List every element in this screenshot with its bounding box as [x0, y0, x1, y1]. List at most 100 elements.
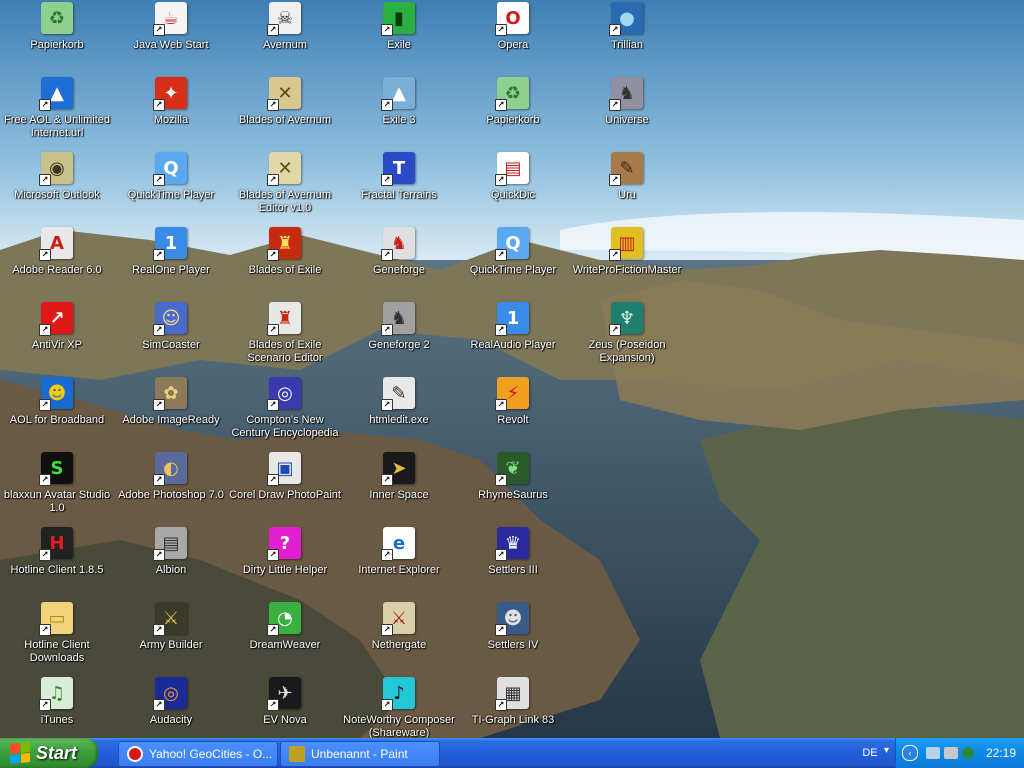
task-yahoo-geocities[interactable]: Yahoo! GeoCities - O...	[118, 741, 278, 767]
desktop-icon[interactable]: ✈ ↗ EV Nova	[228, 677, 342, 727]
blades-exile-icon: ♜ ↗	[267, 227, 301, 261]
desktop-icon-label: Hotline Client Downloads	[24, 639, 90, 664]
desktop-icon[interactable]: ❦ ↗ RhymeSaurus	[456, 452, 570, 502]
shortcut-arrow-icon: ↗	[495, 699, 507, 711]
desktop-icon-label: Corel Draw PhotoPaint	[229, 489, 341, 501]
network-icon[interactable]	[944, 747, 958, 759]
desktop-icon[interactable]: ☠ ↗ Avernum	[228, 2, 342, 52]
desktop-icon[interactable]: A ↗ Adobe Reader 6.0	[0, 227, 114, 277]
desktop-icon[interactable]: ☻ ↗ Settlers IV	[456, 602, 570, 652]
desktop-icon[interactable]: ☕ ↗ Java Web Start	[114, 2, 228, 52]
shortcut-arrow-icon: ↗	[153, 174, 165, 186]
desktop-icon[interactable]: Q ↗ QuickTime Player	[456, 227, 570, 277]
desktop-icon[interactable]: ♻ Papierkorb	[0, 2, 114, 52]
task-paint[interactable]: Unbenannt - Paint	[280, 741, 440, 767]
blades-exile-editor-icon: ♜ ↗	[267, 302, 301, 336]
desktop-icon-label: Free AOL & Unlimited Internet.url	[4, 114, 110, 139]
desktop-icon[interactable]: ▦ ↗ TI-Graph Link 83	[456, 677, 570, 727]
desktop-icon[interactable]: ✕ ↗ Blades of Avernum Editor v1.0	[228, 152, 342, 215]
start-button[interactable]: Start	[0, 738, 98, 768]
desktop-icon[interactable]: ▣ ↗ Corel Draw PhotoPaint	[228, 452, 342, 502]
desktop-icon-label: Compton's New Century Encyclopedia	[231, 414, 339, 439]
desktop-icon[interactable]: ◐ ↗ Adobe Photoshop 7.0	[114, 452, 228, 502]
desktop-icon[interactable]: S ↗ blaxxun Avatar Studio 1.0	[0, 452, 114, 515]
settlers3-icon: ♛ ↗	[495, 527, 529, 561]
desktop-icon-label: QuickTime Player	[469, 264, 557, 276]
desktop-icon[interactable]: ✿ ↗ Adobe ImageReady	[114, 377, 228, 427]
desktop-icon[interactable]: ⚔ ↗ Nethergate	[342, 602, 456, 652]
shortcut-arrow-icon: ↗	[381, 474, 393, 486]
desktop-icon-label: RealOne Player	[132, 264, 210, 276]
desktop-icon[interactable]: T ↗ Fractal Terrains	[342, 152, 456, 202]
desktop-icon[interactable]: ♜ ↗ Blades of Exile Scenario Editor	[228, 302, 342, 365]
desktop-icon[interactable]: ✦ ↗ Mozilla	[114, 77, 228, 127]
desktop-icon[interactable]: ✎ ↗ Uru	[570, 152, 684, 202]
desktop-icon[interactable]: e ↗ Internet Explorer	[342, 527, 456, 577]
show-hidden-icons-icon[interactable]: ‹	[902, 745, 918, 761]
shortcut-arrow-icon: ↗	[609, 174, 621, 186]
system-tray: ‹ 22:19	[895, 738, 1024, 768]
desktop-icon[interactable]: ▤ ↗ Albion	[114, 527, 228, 577]
desktop-icon[interactable]: ◎ ↗ Audacity	[114, 677, 228, 727]
realaudio-icon: 1 ↗	[495, 302, 529, 336]
universe-icon: ♞ ↗	[609, 77, 643, 111]
desktop-icon[interactable]: 1 ↗ RealAudio Player	[456, 302, 570, 352]
desktop-icon[interactable]: ♪ ↗ NoteWorthy Composer (Shareware)	[342, 677, 456, 740]
desktop-icon[interactable]: ♜ ↗ Blades of Exile	[228, 227, 342, 277]
messenger-icon[interactable]	[962, 747, 974, 759]
desktop-icon[interactable]: ♛ ↗ Settlers III	[456, 527, 570, 577]
desktop-icon[interactable]: ⚔ ↗ Army Builder	[114, 602, 228, 652]
desktop-icon[interactable]: ♞ ↗ Universe	[570, 77, 684, 127]
desktop-icon[interactable]: ? ↗ Dirty Little Helper	[228, 527, 342, 577]
desktop-icon[interactable]: ⚡ ↗ Revolt	[456, 377, 570, 427]
desktop-icon[interactable]: 1 ↗ RealOne Player	[114, 227, 228, 277]
desktop-icon[interactable]: ▥ ↗ WriteProFictionMaster	[570, 227, 684, 277]
shortcut-arrow-icon: ↗	[153, 699, 165, 711]
clock[interactable]: 22:19	[986, 746, 1016, 760]
desktop-icon-label: AOL for Broadband	[9, 414, 105, 426]
desktop-icon[interactable]: ▭ ↗ Hotline Client Downloads	[0, 602, 114, 665]
blades-editor-icon: ✕ ↗	[267, 152, 301, 186]
desktop-icon[interactable]: Q ↗ QuickTime Player	[114, 152, 228, 202]
desktop-icon[interactable]: ♞ ↗ Geneforge	[342, 227, 456, 277]
desktop-icon[interactable]: ♫ ↗ iTunes	[0, 677, 114, 727]
desktop-icon[interactable]: ▲ ↗ Free AOL & Unlimited Internet.url	[0, 77, 114, 140]
htmledit-icon: ✎ ↗	[381, 377, 415, 411]
desktop-icon[interactable]: ▲ ↗ Exile 3	[342, 77, 456, 127]
desktop-icon[interactable]: ◉ ↗ Microsoft Outlook	[0, 152, 114, 202]
desktop-icon[interactable]: H ↗ Hotline Client 1.8.5	[0, 527, 114, 577]
shortcut-arrow-icon: ↗	[153, 249, 165, 261]
shortcut-arrow-icon: ↗	[153, 549, 165, 561]
desktop-icon-label: AntiVir XP	[32, 339, 82, 351]
desktop-icon[interactable]: ♞ ↗ Geneforge 2	[342, 302, 456, 352]
desktop-icon-label: Albion	[155, 564, 187, 576]
desktop-icon-label: Exile 3	[382, 114, 416, 126]
desktop-icon[interactable]: ☺ ↗ SimCoaster	[114, 302, 228, 352]
language-arrow-icon[interactable]: ▾	[884, 745, 889, 756]
desktop-icon[interactable]: ● ↗ Trillian	[570, 2, 684, 52]
desktop-icon-label: Exile	[387, 39, 411, 51]
desktop-icon[interactable]: ↗ ↗ AntiVir XP	[0, 302, 114, 352]
desktop-icon[interactable]: ➤ ↗ Inner Space	[342, 452, 456, 502]
shortcut-arrow-icon: ↗	[267, 699, 279, 711]
desktop-icon[interactable]: ☻ ↗ AOL for Broadband	[0, 377, 114, 427]
desktop-icon[interactable]: ◎ ↗ Compton's New Century Encyclopedia	[228, 377, 342, 440]
network-icon[interactable]	[926, 747, 940, 759]
shortcut-arrow-icon: ↗	[39, 324, 51, 336]
desktop-icon[interactable]: O ↗ Opera	[456, 2, 570, 52]
desktop-icon[interactable]: ✕ ↗ Blades of Avernum	[228, 77, 342, 127]
shortcut-arrow-icon: ↗	[39, 99, 51, 111]
desktop-icon[interactable]: ✎ ↗ htmledit.exe	[342, 377, 456, 427]
recycle-bin-icon: ♻	[41, 2, 73, 34]
shortcut-arrow-icon: ↗	[267, 99, 279, 111]
paint-icon	[289, 746, 305, 762]
internet-explorer-icon: e ↗	[381, 527, 415, 561]
desktop-icon[interactable]: ▮ ↗ Exile	[342, 2, 456, 52]
desktop-icon[interactable]: ♆ ↗ Zeus (Poseidon Expansion)	[570, 302, 684, 365]
army-builder-icon: ⚔ ↗	[153, 602, 187, 636]
outlook-icon: ◉ ↗	[39, 152, 73, 186]
desktop-icon[interactable]: ▤ ↗ QuickDic	[456, 152, 570, 202]
desktop-icon[interactable]: ♻ ↗ Papierkorb	[456, 77, 570, 127]
language-indicator[interactable]: DE	[858, 738, 882, 768]
desktop-icon[interactable]: ◔ ↗ DreamWeaver	[228, 602, 342, 652]
